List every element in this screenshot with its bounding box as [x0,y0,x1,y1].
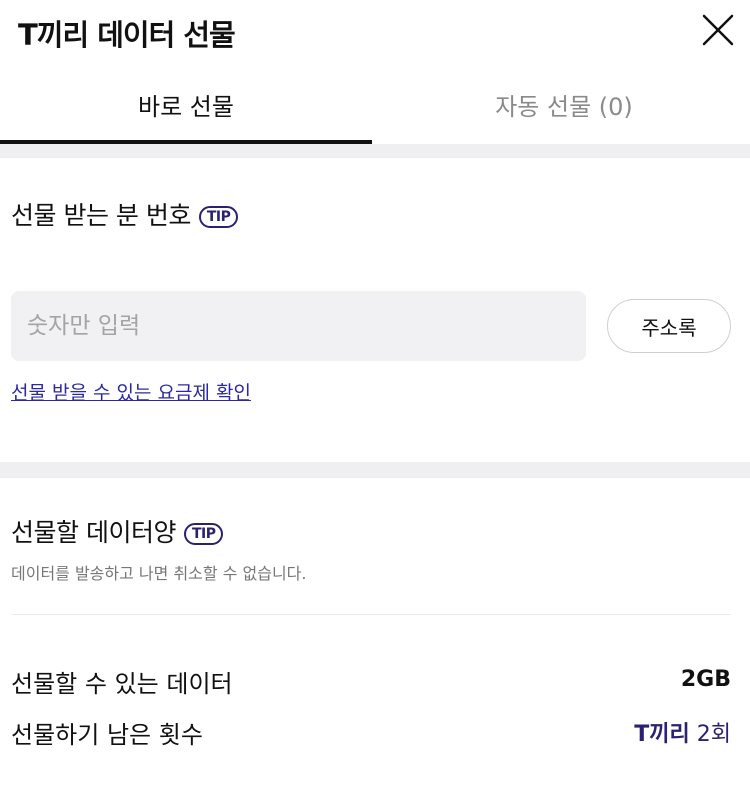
amount-section-label: 선물할 데이터양 TIP [11,513,224,549]
phone-number-input[interactable] [11,291,586,361]
recipient-label: 선물 받는 분 번호 [11,201,191,230]
cancel-warning-text: 데이터를 발송하고 나면 취소할 수 없습니다. [11,564,307,583]
remaining-prefix: T끼리 [634,722,690,747]
section-divider [0,144,750,158]
remaining-count-label: 선물하기 남은 횟수 [11,721,203,749]
recipient-tip-badge[interactable]: TIP [198,206,239,228]
page-title: T끼리 데이터 선물 [18,18,236,52]
available-data-value: 2GB [680,667,731,692]
available-data-label: 선물할 수 있는 데이터 [11,670,233,698]
close-icon[interactable] [700,12,736,48]
tab-bar: 바로 선물 자동 선물 (0) [0,64,750,144]
tab-auto-gift[interactable]: 자동 선물 (0) [378,64,750,144]
section-divider [0,462,750,478]
eligible-plan-link[interactable]: 선물 받을 수 있는 요금제 확인 [11,378,251,405]
divider [11,614,731,615]
header: T끼리 데이터 선물 [0,0,750,64]
address-book-button[interactable]: 주소록 [607,299,731,353]
amount-tip-badge[interactable]: TIP [183,523,224,545]
tab-direct-gift[interactable]: 바로 선물 [0,64,372,144]
amount-label: 선물할 데이터양 [11,518,176,547]
remaining-count: 2회 [696,722,731,747]
recipient-section-label: 선물 받는 분 번호 TIP [11,196,239,232]
remaining-count-value: T끼리 2회 [634,716,731,748]
